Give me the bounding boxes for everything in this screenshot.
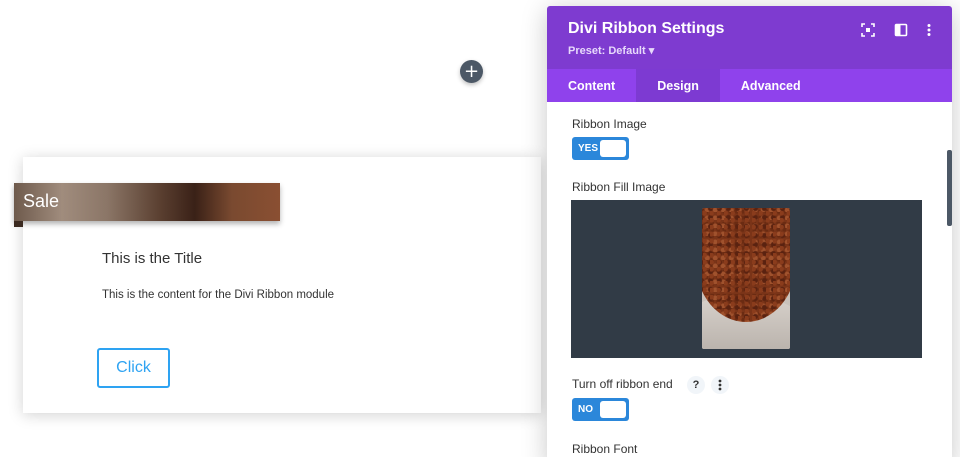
ribbon-fill-image-upload[interactable]: [571, 200, 922, 358]
ribbon-end-toggle[interactable]: NO: [572, 398, 629, 421]
ribbon-fill-image-label: Ribbon Fill Image: [572, 180, 666, 194]
expand-icon[interactable]: [860, 22, 876, 38]
panel-scrollbar[interactable]: [947, 150, 952, 226]
panel-header: Divi Ribbon Settings Preset: Default ▾: [547, 6, 952, 69]
ribbon-image-toggle[interactable]: YES: [572, 137, 629, 160]
module-button[interactable]: Click: [97, 348, 170, 388]
module-content: This is the content for the Divi Ribbon …: [102, 289, 335, 301]
tea-leaves-texture: [702, 208, 790, 322]
settings-panel: Divi Ribbon Settings Preset: Default ▾ C…: [547, 6, 952, 457]
preset-dropdown[interactable]: Preset: Default ▾: [568, 44, 654, 57]
toggle-knob: [600, 140, 626, 157]
help-icon[interactable]: ?: [687, 376, 705, 394]
tab-advanced[interactable]: Advanced: [720, 69, 822, 102]
toggle-value: NO: [578, 404, 593, 415]
ribbon-font-label: Ribbon Font: [572, 442, 638, 456]
tab-content[interactable]: Content: [547, 69, 636, 102]
ribbon-fold: [14, 221, 23, 227]
toggle-value: YES: [578, 143, 599, 154]
ribbon-end-label: Turn off ribbon end: [572, 377, 673, 391]
add-module-button[interactable]: +: [460, 60, 483, 83]
panel-body: Ribbon Image YES Ribbon Fill Image Turn …: [547, 102, 952, 457]
more-options-icon[interactable]: [921, 22, 937, 38]
panel-title: Divi Ribbon Settings: [568, 20, 725, 37]
tab-design[interactable]: Design: [636, 69, 720, 102]
fill-image-thumbnail: [702, 208, 790, 349]
ribbon-image-label: Ribbon Image: [572, 117, 647, 131]
option-menu-icon[interactable]: [711, 376, 729, 394]
tab-bar: Content Design Advanced: [547, 69, 952, 102]
ribbon-text: Sale: [23, 191, 60, 211]
split-view-icon[interactable]: [893, 22, 909, 38]
module-title: This is the Title: [102, 250, 203, 267]
toggle-knob: [600, 401, 626, 418]
plus-icon: +: [463, 60, 480, 82]
